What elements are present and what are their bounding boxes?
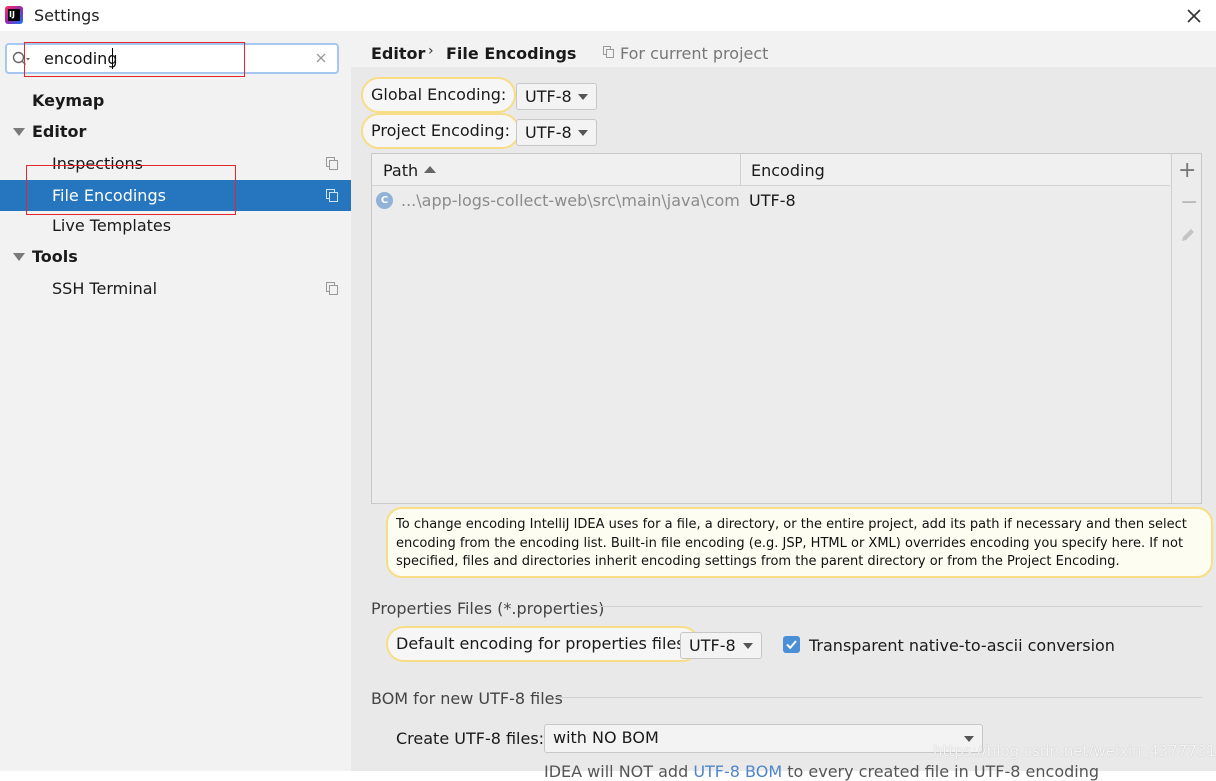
chevron-down-icon xyxy=(743,643,753,649)
watermark: https://blog.csdn.net/weixin_43777313 xyxy=(933,742,1216,760)
page-title: File Encodings xyxy=(446,44,577,63)
remove-icon[interactable]: − xyxy=(1180,192,1198,214)
chevron-down-icon xyxy=(578,94,588,100)
create-utf8-label: Create UTF-8 files: xyxy=(396,729,545,748)
breadcrumb-separator: › xyxy=(428,43,434,59)
section-divider xyxy=(555,697,1202,698)
table-row-encoding[interactable]: UTF-8 xyxy=(749,191,796,210)
sidebar-item-label: Keymap xyxy=(32,91,105,110)
section-divider xyxy=(591,606,1202,607)
project-scope-icon xyxy=(326,189,338,202)
project-scope-icon xyxy=(326,157,338,170)
title-bar xyxy=(0,0,1216,31)
utf8-bom-link[interactable]: UTF-8 BOM xyxy=(693,762,782,781)
column-header-encoding[interactable]: Encoding xyxy=(751,161,825,180)
dropdown-value: UTF-8 xyxy=(525,87,572,106)
class-file-icon: C xyxy=(376,192,393,209)
dropdown-value: UTF-8 xyxy=(525,123,572,142)
sidebar-item-keymap[interactable]: Keymap xyxy=(0,85,351,116)
intellij-app-icon: IJ xyxy=(5,6,23,24)
table-row-path[interactable]: ...\app-logs-collect-web\src\main\java\c… xyxy=(401,191,740,210)
sort-ascending-icon[interactable] xyxy=(424,166,436,173)
sidebar-item-label: Editor xyxy=(32,122,87,141)
column-header-path[interactable]: Path xyxy=(383,161,418,180)
bom-note: IDEA will NOT add UTF-8 BOM to every cre… xyxy=(544,762,1099,781)
edit-pencil-icon[interactable] xyxy=(1180,227,1196,243)
create-utf8-dropdown[interactable]: with NO BOM xyxy=(544,724,983,753)
global-encoding-dropdown[interactable]: UTF-8 xyxy=(516,83,597,110)
clear-search-icon[interactable] xyxy=(314,51,328,65)
section-title-bom: BOM for new UTF-8 files xyxy=(371,689,563,708)
bom-note-text: IDEA will NOT add xyxy=(544,762,694,781)
sidebar-item-tools[interactable]: Tools xyxy=(0,241,351,272)
window-title: Settings xyxy=(34,6,100,25)
global-encoding-label: Global Encoding: xyxy=(361,77,517,113)
expand-arrow-icon[interactable] xyxy=(13,253,25,261)
sidebar-item-editor[interactable]: Editor xyxy=(0,116,351,147)
project-encoding-dropdown[interactable]: UTF-8 xyxy=(516,119,597,146)
add-icon[interactable]: + xyxy=(1178,160,1196,182)
default-properties-encoding-label: Default encoding for properties files: xyxy=(386,626,701,662)
bom-note-text: to every created file in UTF-8 encoding xyxy=(782,762,1100,781)
transparent-conversion-checkbox[interactable] xyxy=(783,636,800,653)
sidebar-item-ssh-terminal[interactable]: SSH Terminal xyxy=(0,273,351,304)
annotation-box-file-encodings xyxy=(26,165,236,215)
section-title-properties: Properties Files (*.properties) xyxy=(371,599,605,618)
close-icon[interactable] xyxy=(1183,5,1205,27)
sidebar-item-label: Tools xyxy=(32,247,78,266)
dropdown-value: UTF-8 xyxy=(689,636,736,655)
expand-arrow-icon[interactable] xyxy=(13,128,25,136)
encoding-hint-tooltip: To change encoding IntelliJ IDEA uses fo… xyxy=(386,507,1213,578)
annotation-box-search xyxy=(24,42,245,77)
project-scope-icon xyxy=(603,46,614,58)
dropdown-value: with NO BOM xyxy=(553,728,659,747)
sidebar-item-label: SSH Terminal xyxy=(52,279,158,298)
breadcrumb-parent[interactable]: Editor xyxy=(371,44,425,63)
column-divider[interactable] xyxy=(740,154,741,186)
project-scope-icon xyxy=(326,282,338,295)
transparent-conversion-label[interactable]: Transparent native-to-ascii conversion xyxy=(809,636,1115,655)
checkmark-icon xyxy=(786,640,797,650)
project-encoding-label: Project Encoding: xyxy=(361,113,520,149)
properties-encoding-dropdown[interactable]: UTF-8 xyxy=(680,632,762,659)
chevron-down-icon xyxy=(578,130,588,136)
scope-label: For current project xyxy=(620,44,769,63)
